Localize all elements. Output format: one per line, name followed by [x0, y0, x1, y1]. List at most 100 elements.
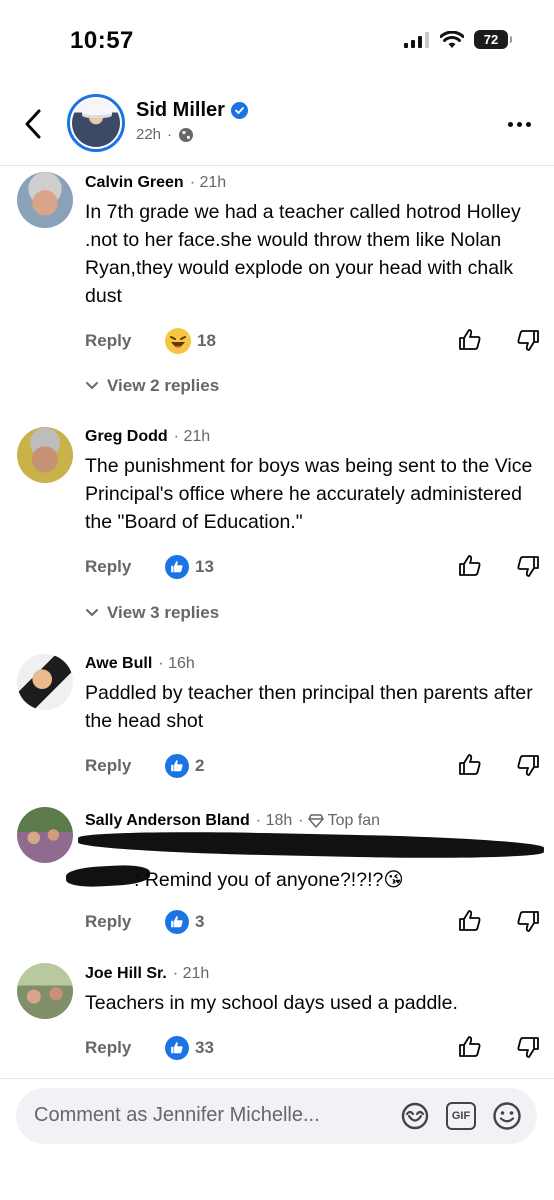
- post-time[interactable]: 22h: [136, 126, 161, 143]
- cellular-signal-icon: [404, 31, 429, 48]
- like-reaction-icon: [165, 754, 189, 778]
- comment-actions: Reply 13: [85, 552, 540, 582]
- vote-controls: [458, 554, 540, 578]
- like-reaction-icon: [165, 555, 189, 579]
- thumbs-up-icon[interactable]: [458, 753, 482, 777]
- comment-header: Sally Anderson Bland · 18h · Top fan: [85, 812, 381, 830]
- more-dot-icon: [525, 121, 531, 127]
- gif-button[interactable]: GIF: [445, 1100, 477, 1132]
- reply-button[interactable]: Reply: [85, 557, 165, 577]
- comment-author[interactable]: Greg Dodd: [85, 428, 168, 446]
- thumbs-down-icon[interactable]: [516, 328, 540, 352]
- reply-button[interactable]: Reply: [85, 331, 165, 351]
- thumbs-up-icon[interactable]: [458, 554, 482, 578]
- reaction-count: 13: [195, 557, 214, 576]
- vote-controls: [458, 909, 540, 933]
- post-header: Sid Miller 22h ·: [0, 82, 554, 166]
- globe-icon: [179, 127, 194, 142]
- comment-actions: Reply 2: [85, 751, 540, 781]
- gif-icon: GIF: [446, 1102, 476, 1130]
- comment-input[interactable]: [34, 1104, 364, 1127]
- view-replies-label: View 3 replies: [107, 603, 220, 622]
- page-name-row[interactable]: Sid Miller: [136, 99, 248, 122]
- reaction-summary[interactable]: 2: [165, 754, 204, 778]
- page-avatar[interactable]: [67, 94, 125, 152]
- comment-composer[interactable]: GIF: [16, 1088, 537, 1144]
- comment-header: Greg Dodd · 21h: [85, 428, 211, 446]
- comment-author[interactable]: Calvin Green: [85, 174, 184, 192]
- comment-time[interactable]: 21h: [183, 428, 210, 445]
- verified-badge-icon: [230, 102, 248, 119]
- thumbs-down-icon[interactable]: [516, 909, 540, 933]
- redaction-mark: [77, 829, 545, 861]
- view-replies-button[interactable]: View 2 replies: [85, 376, 219, 396]
- more-dot-icon: [516, 121, 522, 127]
- avatar[interactable]: [17, 427, 73, 483]
- thumbs-up-icon[interactable]: [458, 909, 482, 933]
- like-reaction-icon: [165, 910, 189, 934]
- comment-actions: Reply 3: [85, 907, 540, 937]
- thumbs-down-icon[interactable]: [516, 1035, 540, 1059]
- like-reaction-icon: [165, 1036, 189, 1060]
- avatar[interactable]: [17, 807, 73, 863]
- avatar[interactable]: [17, 172, 73, 228]
- vote-controls: [458, 753, 540, 777]
- reaction-summary[interactable]: 3: [165, 910, 204, 934]
- comment-author[interactable]: Sally Anderson Bland: [85, 812, 250, 830]
- chevron-left-icon: [25, 109, 41, 139]
- view-replies-label: View 2 replies: [107, 376, 220, 395]
- emoji-icon: [493, 1102, 521, 1130]
- status-bar: 10:57 72: [0, 0, 554, 82]
- comment-time[interactable]: 21h: [199, 174, 226, 191]
- comment-header: Awe Bull · 16h: [85, 655, 195, 673]
- avatar[interactable]: [17, 654, 73, 710]
- avatar-sticker-button[interactable]: [399, 1100, 431, 1132]
- comment-actions: Reply 33: [85, 1033, 540, 1063]
- view-replies-button[interactable]: View 3 replies: [85, 603, 219, 623]
- reaction-count: 3: [195, 912, 205, 931]
- reply-button[interactable]: Reply: [85, 756, 165, 776]
- battery-icon: 72: [474, 30, 512, 49]
- comment-actions: Reply 18: [85, 326, 540, 356]
- reaction-summary[interactable]: 13: [165, 555, 214, 579]
- haha-reaction-icon: [165, 328, 191, 354]
- chevron-down-icon: [86, 609, 98, 617]
- wifi-icon: [440, 30, 464, 48]
- reaction-summary[interactable]: 18: [165, 328, 216, 354]
- more-options-button[interactable]: [504, 112, 534, 136]
- comment-text: : Remind you of anyone?!?!?😘: [134, 869, 404, 891]
- comment-text: Teachers in my school days used a paddle…: [85, 992, 458, 1014]
- reaction-count: 33: [195, 1038, 214, 1057]
- comment-author[interactable]: Joe Hill Sr.: [85, 965, 167, 983]
- reply-button[interactable]: Reply: [85, 912, 165, 932]
- top-fan-badge: · Top fan: [298, 812, 381, 829]
- composer-icons: GIF: [399, 1100, 523, 1132]
- page-name[interactable]: Sid Miller: [136, 99, 225, 122]
- reaction-count: 18: [197, 331, 216, 350]
- reply-button[interactable]: Reply: [85, 1038, 165, 1058]
- vote-controls: [458, 328, 540, 352]
- thumbs-down-icon[interactable]: [516, 753, 540, 777]
- thumbs-up-icon[interactable]: [458, 1035, 482, 1059]
- diamond-icon: [307, 814, 324, 828]
- meta-separator: ·: [167, 126, 173, 143]
- comment-text: The punishment for boys was being sent t…: [85, 455, 533, 533]
- status-time: 10:57: [70, 27, 134, 54]
- more-dot-icon: [507, 121, 513, 127]
- comment-time[interactable]: 21h: [183, 965, 210, 982]
- avatar[interactable]: [17, 963, 73, 1019]
- reaction-summary[interactable]: 33: [165, 1036, 214, 1060]
- emoji-button[interactable]: [491, 1100, 523, 1132]
- vote-controls: [458, 1035, 540, 1059]
- comment-time[interactable]: 16h: [168, 655, 195, 672]
- thumbs-down-icon[interactable]: [516, 554, 540, 578]
- chevron-down-icon: [86, 382, 98, 390]
- status-icons: 72: [404, 30, 512, 49]
- thumbs-up-icon[interactable]: [458, 328, 482, 352]
- comment-time[interactable]: 18h: [266, 812, 293, 829]
- comment-author[interactable]: Awe Bull: [85, 655, 152, 673]
- back-button[interactable]: [16, 104, 50, 144]
- comment-header: Calvin Green · 21h: [85, 174, 227, 192]
- comment-text: In 7th grade we had a teacher called hot…: [85, 201, 521, 307]
- comment-text: Paddled by teacher then principal then p…: [85, 682, 533, 732]
